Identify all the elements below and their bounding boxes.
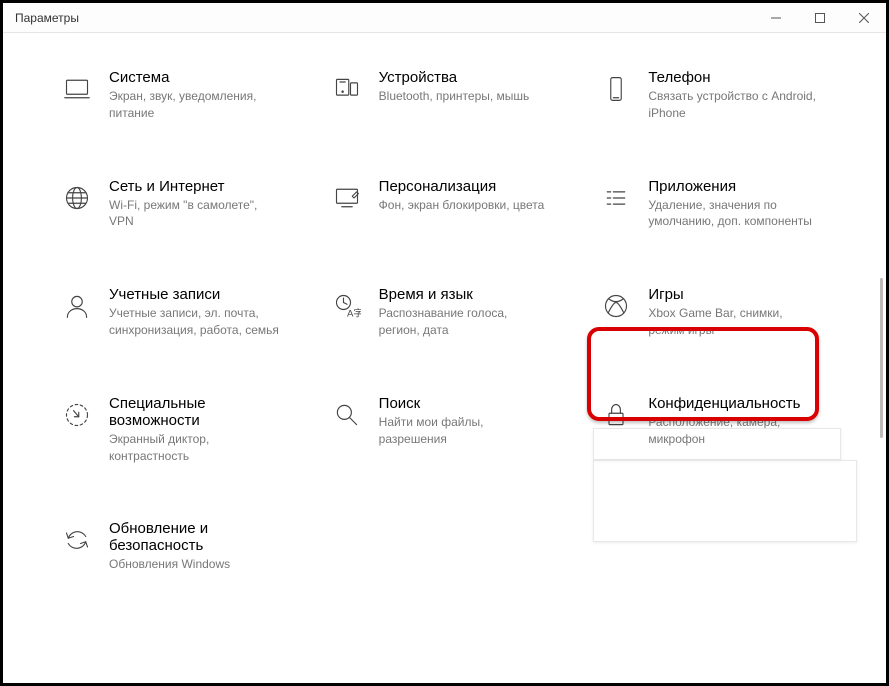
category-title: Приложения	[648, 178, 818, 195]
category-time-language[interactable]: A字 Время и язык Распознавание голоса, ре…	[331, 286, 577, 339]
system-icon	[61, 73, 93, 105]
category-desc: Удаление, значения по умолчанию, доп. ко…	[648, 197, 818, 231]
window-title: Параметры	[15, 11, 79, 25]
apps-icon	[600, 182, 632, 214]
category-desc: Экранный диктор, контрастность	[109, 431, 279, 465]
category-desc: Обновления Windows	[109, 556, 279, 573]
category-title: Система	[109, 69, 279, 86]
category-title: Телефон	[648, 69, 818, 86]
close-button[interactable]	[842, 3, 886, 33]
time-language-icon: A字	[331, 290, 363, 322]
accounts-icon	[61, 290, 93, 322]
category-system[interactable]: Система Экран, звук, уведомления, питани…	[61, 69, 307, 122]
category-personalization[interactable]: Персонализация Фон, экран блокировки, цв…	[331, 178, 577, 231]
category-devices[interactable]: Устройства Bluetooth, принтеры, мышь	[331, 69, 577, 122]
category-title: Учетные записи	[109, 286, 279, 303]
search-icon	[331, 399, 363, 431]
category-title: Обновление и безопасность	[109, 520, 279, 554]
category-title: Конфиденциальность	[648, 395, 818, 412]
scrollbar[interactable]	[880, 278, 883, 438]
personalization-icon	[331, 182, 363, 214]
category-search[interactable]: Поиск Найти мои файлы, разрешения	[331, 395, 577, 465]
category-desc: Связать устройство с Android, iPhone	[648, 88, 818, 122]
category-desc: Xbox Game Bar, снимки, режим игры	[648, 305, 818, 339]
ease-of-access-icon	[61, 399, 93, 431]
content-area: Система Экран, звук, уведомления, питани…	[3, 33, 886, 683]
category-accounts[interactable]: Учетные записи Учетные записи, эл. почта…	[61, 286, 307, 339]
category-title: Сеть и Интернет	[109, 178, 279, 195]
category-title: Время и язык	[379, 286, 549, 303]
category-desc: Фон, экран блокировки, цвета	[379, 197, 545, 214]
svg-text:A字: A字	[347, 308, 361, 320]
globe-icon	[61, 182, 93, 214]
category-title: Устройства	[379, 69, 530, 86]
devices-icon	[331, 73, 363, 105]
category-desc: Экран, звук, уведомления, питание	[109, 88, 279, 122]
category-title: Персонализация	[379, 178, 545, 195]
lock-icon	[600, 399, 632, 431]
category-desc: Распознавание голоса, регион, дата	[379, 305, 549, 339]
xbox-icon	[600, 290, 632, 322]
category-ease-of-access[interactable]: Специальные возможности Экранный диктор,…	[61, 395, 307, 465]
category-desc: Найти мои файлы, разрешения	[379, 414, 549, 448]
category-title: Специальные возможности	[109, 395, 279, 429]
minimize-button[interactable]	[754, 3, 798, 33]
category-desc: Bluetooth, принтеры, мышь	[379, 88, 530, 105]
category-network[interactable]: Сеть и Интернет Wi-Fi, режим "в самолете…	[61, 178, 307, 231]
category-gaming[interactable]: Игры Xbox Game Bar, снимки, режим игры	[600, 286, 846, 339]
category-update-security[interactable]: Обновление и безопасность Обновления Win…	[61, 520, 307, 573]
category-title: Поиск	[379, 395, 549, 412]
category-phone[interactable]: Телефон Связать устройство с Android, iP…	[600, 69, 846, 122]
category-apps[interactable]: Приложения Удаление, значения по умолчан…	[600, 178, 846, 231]
titlebar: Параметры	[3, 3, 886, 33]
category-title: Игры	[648, 286, 818, 303]
update-icon	[61, 524, 93, 556]
category-desc: Wi-Fi, режим "в самолете", VPN	[109, 197, 279, 231]
maximize-button[interactable]	[798, 3, 842, 33]
category-desc: Расположение, камера, микрофон	[648, 414, 818, 448]
category-privacy[interactable]: Конфиденциальность Расположение, камера,…	[600, 395, 846, 465]
category-desc: Учетные записи, эл. почта, синхронизация…	[109, 305, 279, 339]
phone-icon	[600, 73, 632, 105]
